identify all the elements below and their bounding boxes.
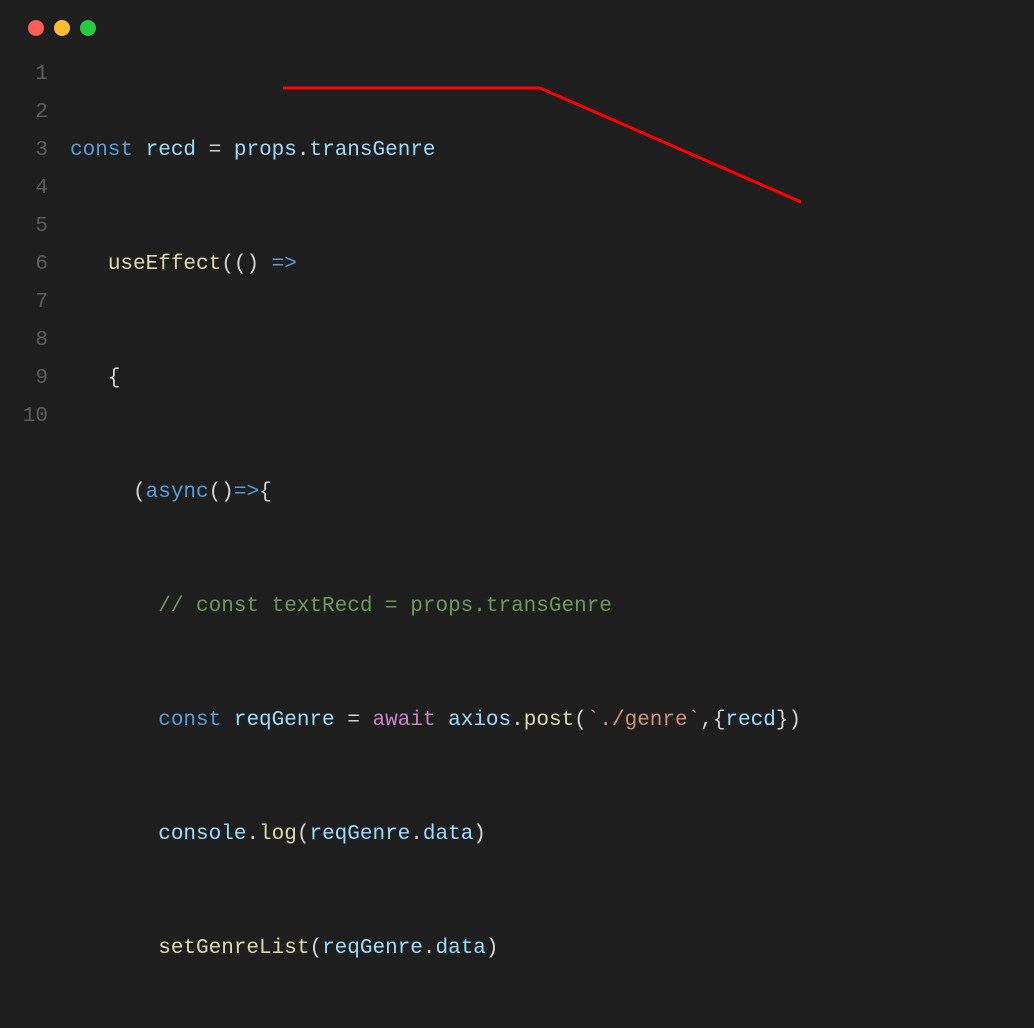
code-line: (async()=>{	[70, 474, 801, 512]
paren-open: (	[574, 709, 587, 732]
arrow-operator: =>	[272, 253, 297, 276]
identifier: reqGenre	[309, 823, 410, 846]
code-line: console.log(reqGenre.data)	[70, 816, 801, 854]
keyword-const: const	[70, 139, 133, 162]
line-number: 9	[20, 360, 48, 398]
code-content[interactable]: const recd = props.transGenre useEffect(…	[70, 56, 801, 1028]
paren-open: (	[297, 823, 310, 846]
arrow-operator: =>	[234, 481, 259, 504]
line-number-gutter: 1 2 3 4 5 6 7 8 9 10	[20, 56, 70, 1028]
line-number: 8	[20, 322, 48, 360]
annotation-overlay	[70, 56, 801, 1028]
dot: .	[297, 139, 310, 162]
keyword-await: await	[373, 709, 436, 732]
paren-open: (	[133, 481, 146, 504]
paren-close: )	[788, 709, 801, 732]
connector-line-annotation	[540, 88, 801, 253]
dot: .	[511, 709, 524, 732]
line-number: 3	[20, 132, 48, 170]
parentheses: ()	[209, 481, 234, 504]
equals-operator: =	[209, 139, 222, 162]
close-button[interactable]	[28, 20, 44, 36]
code-line: {	[70, 360, 801, 398]
paren-close: )	[486, 937, 499, 960]
code-editor[interactable]: 1 2 3 4 5 6 7 8 9 10 const recd = props.…	[20, 56, 1014, 1028]
line-number: 2	[20, 94, 48, 132]
code-line: setGenreList(reqGenre.data)	[70, 930, 801, 968]
paren-open: (	[309, 937, 322, 960]
line-number: 10	[20, 398, 48, 436]
line-number: 6	[20, 246, 48, 284]
template-literal: `./genre`	[587, 709, 700, 732]
function-call: useEffect	[108, 253, 221, 276]
dot: .	[410, 823, 423, 846]
brace-open: {	[108, 367, 121, 390]
code-line: const reqGenre = await axios.post(`./gen…	[70, 702, 801, 740]
method-call: log	[259, 823, 297, 846]
parentheses: (()	[221, 253, 259, 276]
code-line: // const textRecd = props.transGenre	[70, 588, 801, 626]
identifier: data	[423, 823, 473, 846]
identifier: transGenre	[310, 139, 436, 162]
line-number: 7	[20, 284, 48, 322]
keyword-async: async	[146, 481, 209, 504]
function-call: setGenreList	[158, 937, 309, 960]
variable-name: recd	[146, 139, 196, 162]
line-number: 5	[20, 208, 48, 246]
dot: .	[423, 937, 436, 960]
identifier: recd	[725, 709, 775, 732]
identifier: console	[158, 823, 246, 846]
brace-open: {	[713, 709, 726, 732]
variable-name: reqGenre	[234, 709, 335, 732]
identifier: data	[436, 937, 486, 960]
window-controls	[20, 20, 1014, 36]
identifier: reqGenre	[322, 937, 423, 960]
brace-open: {	[259, 481, 272, 504]
identifier: axios	[448, 709, 511, 732]
paren-close: )	[473, 823, 486, 846]
dot: .	[246, 823, 259, 846]
keyword-const: const	[158, 709, 221, 732]
line-number: 4	[20, 170, 48, 208]
comma: ,	[700, 709, 713, 732]
minimize-button[interactable]	[54, 20, 70, 36]
code-line: useEffect(() =>	[70, 246, 801, 284]
identifier: props	[234, 139, 297, 162]
code-line: const recd = props.transGenre	[70, 132, 801, 170]
maximize-button[interactable]	[80, 20, 96, 36]
equals-operator: =	[347, 709, 360, 732]
method-call: post	[524, 709, 574, 732]
brace-close: }	[776, 709, 789, 732]
comment: // const textRecd = props.transGenre	[158, 595, 612, 618]
line-number: 1	[20, 56, 48, 94]
